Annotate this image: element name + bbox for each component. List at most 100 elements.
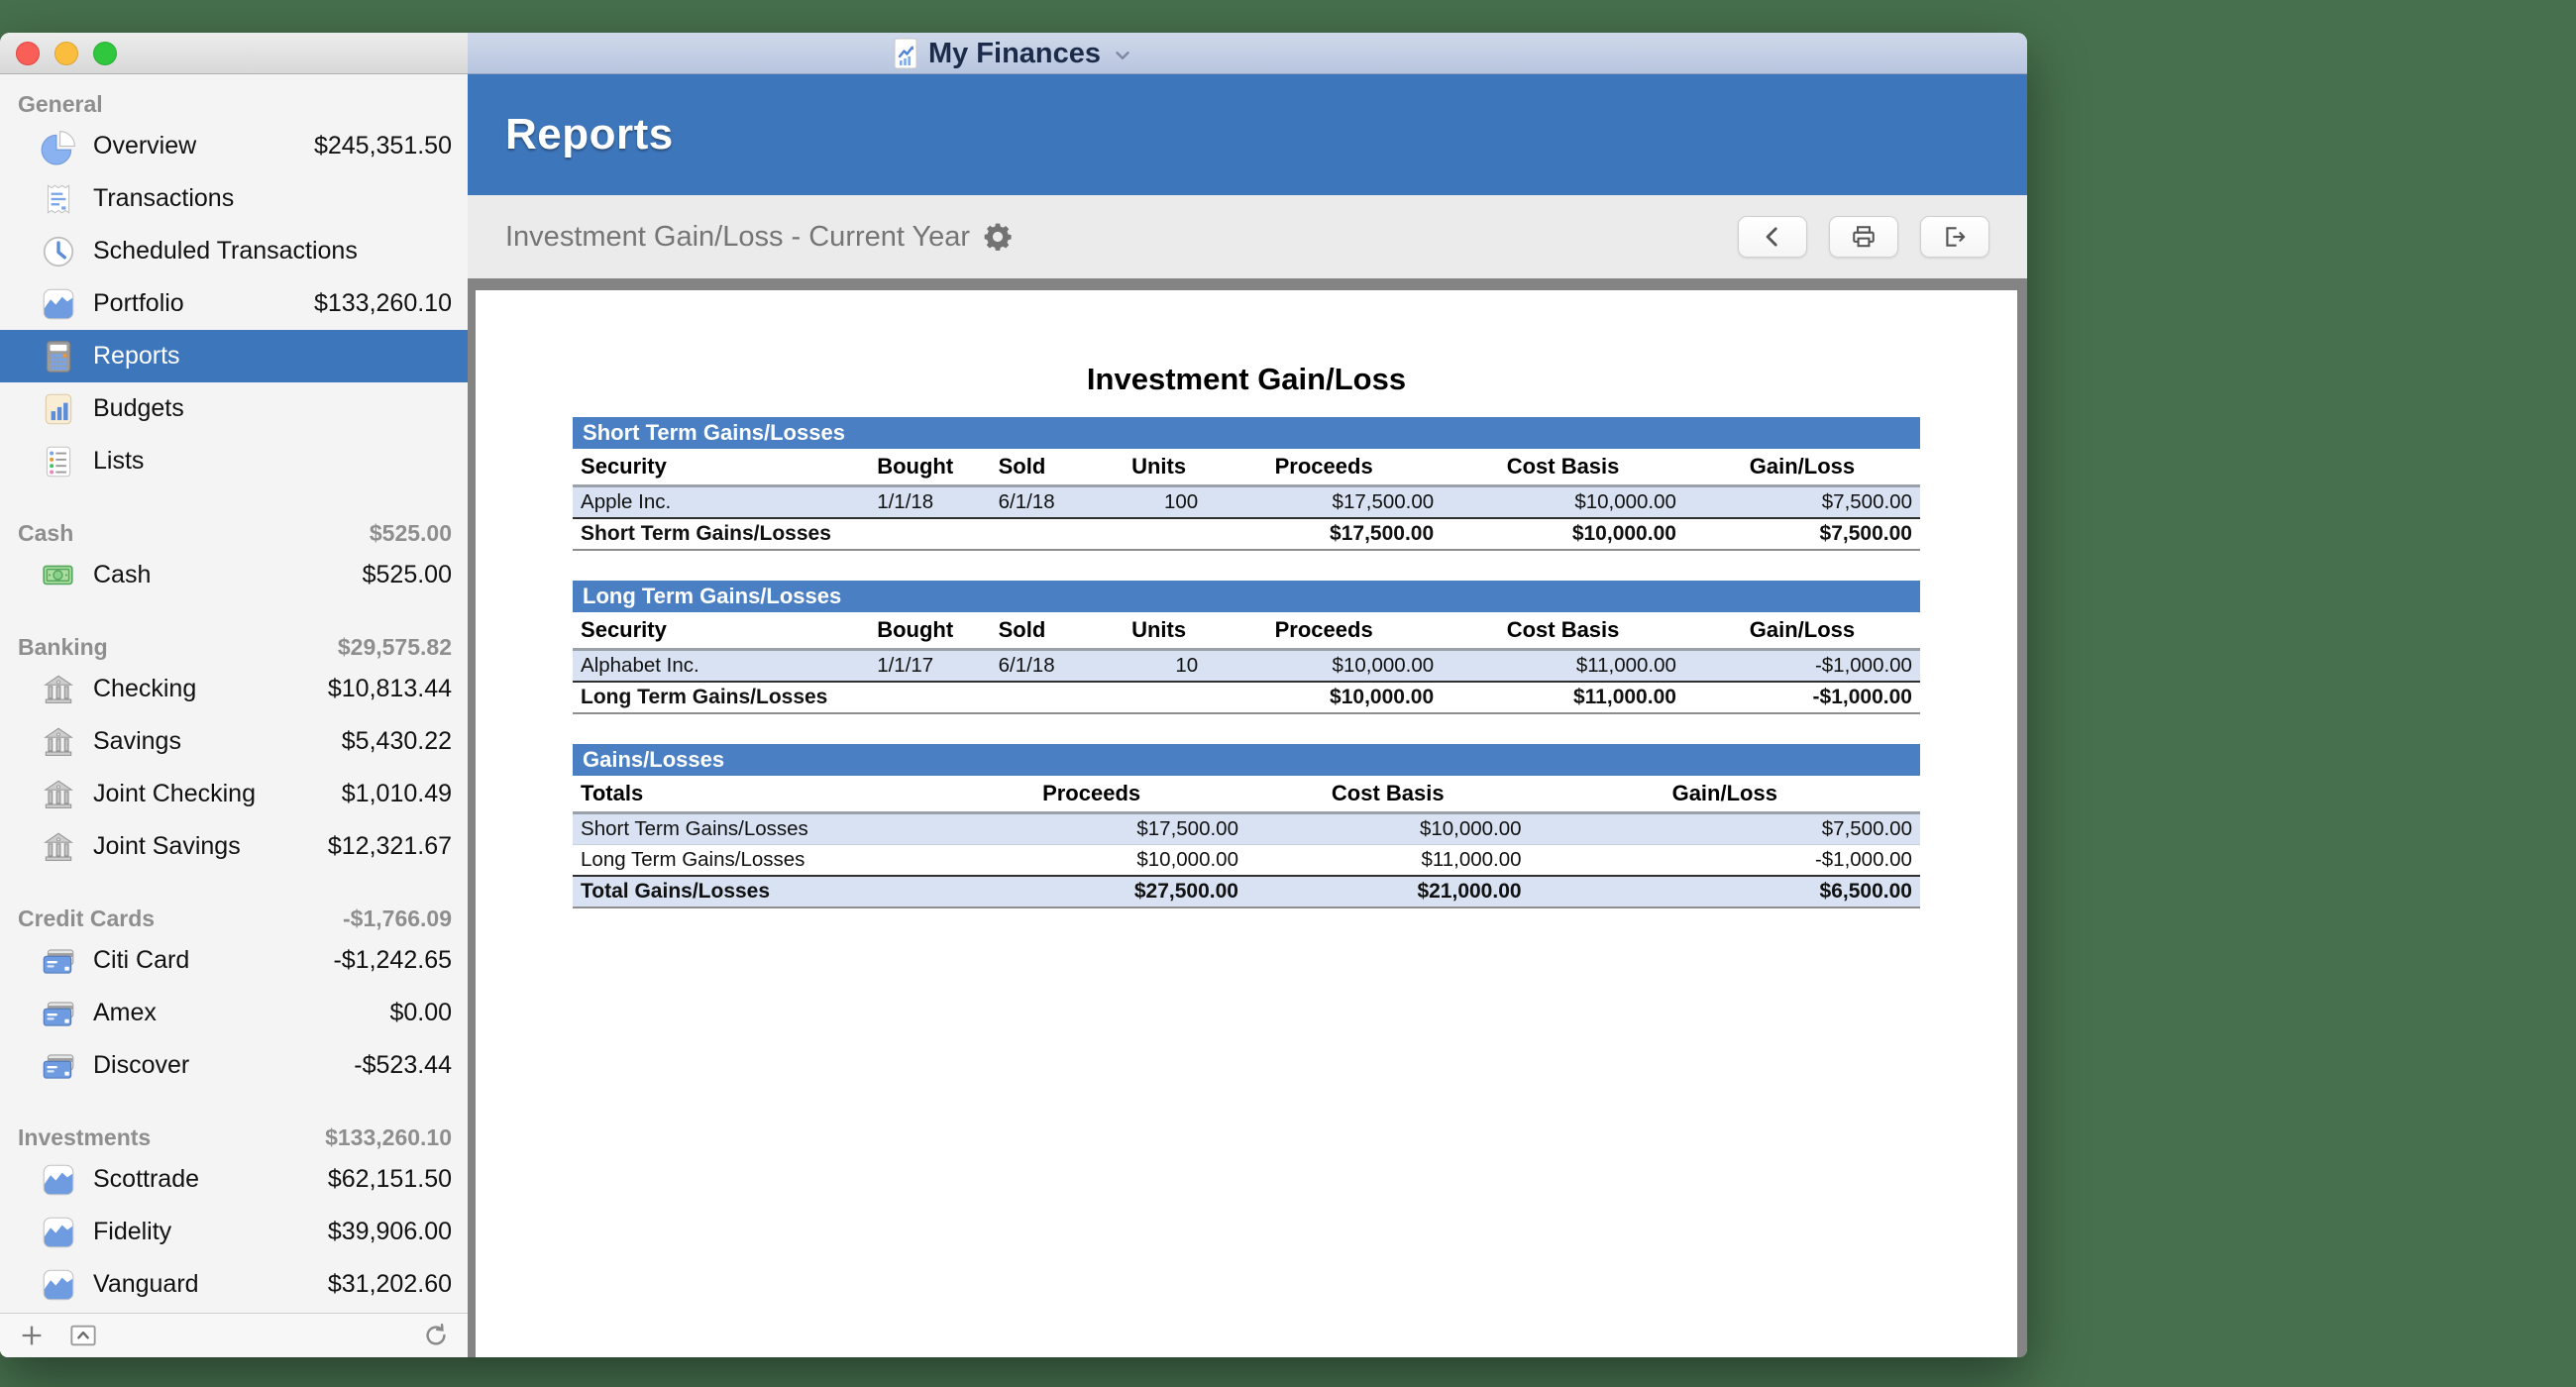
page-title: Reports	[505, 110, 674, 159]
printer-button[interactable]	[1829, 216, 1898, 258]
sidebar-section-credit-cards: Credit Cards -$1,766.09 Citi Card -$1,24…	[0, 903, 468, 1092]
sidebar-item-amount: $525.00	[362, 561, 452, 588]
sidebar-section-cash: Cash $525.00 Cash $525.00	[0, 517, 468, 601]
table-total-row: Long Term Gains/Losses $10,000.00 $11,000.…	[573, 682, 1920, 713]
sidebar-item-amount: $0.00	[389, 999, 452, 1026]
sidebar-item-budgets[interactable]: Budgets	[0, 382, 468, 435]
sidebar-section-header: Cash $525.00	[0, 517, 468, 549]
sidebar-item-amount: $5,430.22	[341, 727, 452, 755]
column-header-bought: Bought	[877, 617, 954, 642]
report-table-short-term-gains-losses: Short Term Gains/Losses Security Bought So…	[573, 417, 1920, 551]
sidebar-item-amount: $133,260.10	[313, 289, 452, 317]
toolbar-buttons	[1738, 216, 1989, 258]
export-icon	[1942, 224, 1968, 250]
sidebar-item-checking[interactable]: Checking $10,813.44	[0, 663, 468, 715]
bank-icon	[40, 671, 77, 708]
sidebar-item-cash[interactable]: Cash $525.00	[0, 549, 468, 601]
report-table-gains-losses: Gains/Losses Totals Proceeds Cost Basis Gai…	[573, 744, 1920, 908]
section-amount: $29,575.82	[337, 633, 452, 660]
section-amount: $133,260.10	[325, 1123, 452, 1150]
sidebar-item-label: Discover	[93, 1051, 190, 1079]
report-tables: Short Term Gains/Losses Security Bought So…	[476, 417, 2017, 908]
sidebar-item-label: Cash	[93, 561, 152, 588]
section-amount: -$1,766.09	[343, 905, 452, 931]
chevron-down-icon[interactable]	[1112, 41, 1133, 66]
table-caption: Long Term Gains/Losses	[573, 581, 1920, 612]
credit-card-icon	[40, 942, 77, 980]
sidebar-item-vanguard[interactable]: Vanguard $31,202.60	[0, 1258, 468, 1311]
section-label: Banking	[18, 633, 108, 660]
sidebar-item-label: Scottrade	[93, 1165, 200, 1193]
window-body: General Overview $245,351.50 Transaction…	[0, 74, 2027, 1357]
area-chart-icon	[40, 285, 77, 323]
window-title: My Finances	[927, 37, 1102, 69]
add-account-button[interactable]	[18, 1322, 46, 1349]
sidebar-item-amount: $39,906.00	[327, 1218, 452, 1245]
sidebar-item-savings[interactable]: Savings $5,430.22	[0, 715, 468, 768]
sidebar-item-label: Lists	[93, 447, 145, 475]
collapse-sidebar-button[interactable]	[69, 1322, 97, 1349]
sidebar-item-overview[interactable]: Overview $245,351.50	[0, 120, 468, 172]
column-header-gain-loss: Gain/Loss	[1749, 617, 1856, 642]
column-header-sold: Sold	[998, 454, 1046, 479]
sidebar-item-transactions[interactable]: Transactions	[0, 172, 468, 225]
area-chart-icon	[40, 1161, 77, 1199]
column-header-gain-loss: Gain/Loss	[1671, 781, 1777, 805]
column-header-units: Units	[1131, 617, 1187, 642]
finance-document-icon	[894, 38, 917, 69]
table-caption: Gains/Losses	[573, 744, 1920, 776]
cash-icon	[40, 557, 77, 594]
chevron-left-button[interactable]	[1738, 216, 1807, 258]
sidebar-section-header: Credit Cards -$1,766.09	[0, 903, 468, 934]
sidebar-item-joint-savings[interactable]: Joint Savings $12,321.67	[0, 820, 468, 873]
sidebar-item-label: Reports	[93, 342, 180, 370]
column-header-security: Security	[581, 617, 667, 642]
sidebar-item-amount: $12,321.67	[327, 832, 452, 860]
sidebar-item-discover[interactable]: Discover -$523.44	[0, 1039, 468, 1092]
main-header: Reports	[468, 74, 2027, 195]
sidebar-item-amount: $245,351.50	[313, 132, 452, 160]
sidebar-item-scheduled-transactions[interactable]: Scheduled Transactions	[0, 225, 468, 277]
section-label: Credit Cards	[18, 905, 156, 931]
table-total-row: Short Term Gains/Losses $17,500.00 $10,000…	[573, 518, 1920, 550]
section-label: Cash	[18, 519, 74, 546]
pie-chart-icon	[40, 128, 77, 165]
bank-icon	[40, 776, 77, 813]
sidebar-section-investments: Investments $133,260.10 Scottrade $62,15…	[0, 1121, 468, 1311]
sidebar-item-joint-checking[interactable]: Joint Checking $1,010.49	[0, 768, 468, 820]
sidebar-item-portfolio[interactable]: Portfolio $133,260.10	[0, 277, 468, 330]
table-row: Long Term Gains/Losses $10,000.00 $11,000.…	[573, 845, 1920, 876]
credit-card-icon	[40, 995, 77, 1032]
sidebar-section-header: Banking $29,575.82	[0, 631, 468, 663]
sidebar-item-label: Vanguard	[93, 1270, 199, 1298]
sidebar-item-label: Joint Savings	[93, 832, 241, 860]
table-row: Apple Inc. 1/1/18 6/1/18 100 $17,500.00 $10,0…	[573, 485, 1920, 518]
list-icon	[40, 443, 77, 480]
section-amount: $525.00	[369, 519, 452, 546]
sidebar-item-scottrade[interactable]: Scottrade $62,151.50	[0, 1153, 468, 1206]
sidebar-item-lists[interactable]: Lists	[0, 435, 468, 487]
sidebar-item-reports[interactable]: Reports	[0, 330, 468, 382]
sidebar-item-citi-card[interactable]: Citi Card -$1,242.65	[0, 934, 468, 987]
area-chart-icon	[40, 1266, 77, 1304]
section-items: Scottrade $62,151.50 Fidelity $39,906.00…	[0, 1153, 468, 1311]
table-total-row: Total Gains/Losses $27,500.00 $21,000.00 $6…	[573, 876, 1920, 907]
column-header-proceeds: Proceeds	[1042, 781, 1141, 805]
sidebar-item-amex[interactable]: Amex $0.00	[0, 987, 468, 1039]
sidebar-item-fidelity[interactable]: Fidelity $39,906.00	[0, 1206, 468, 1258]
sidebar-item-label: Joint Checking	[93, 780, 256, 807]
sidebar: General Overview $245,351.50 Transaction…	[0, 74, 468, 1357]
bank-icon	[40, 828, 77, 866]
column-header-proceeds: Proceeds	[1274, 454, 1373, 479]
column-header-totals: Totals	[581, 781, 644, 805]
section-label: Investments	[18, 1123, 152, 1150]
window-title-group: My Finances	[0, 33, 2027, 74]
refresh-button[interactable]	[422, 1322, 450, 1349]
gear-icon[interactable]	[982, 221, 1014, 253]
section-items: Checking $10,813.44 Savings $5,430.22 Jo…	[0, 663, 468, 873]
titlebar[interactable]: My Finances	[0, 33, 2027, 74]
calculator-icon	[40, 338, 77, 375]
export-button[interactable]	[1920, 216, 1989, 258]
sidebar-item-label: Portfolio	[93, 289, 184, 317]
clock-icon	[40, 233, 77, 270]
